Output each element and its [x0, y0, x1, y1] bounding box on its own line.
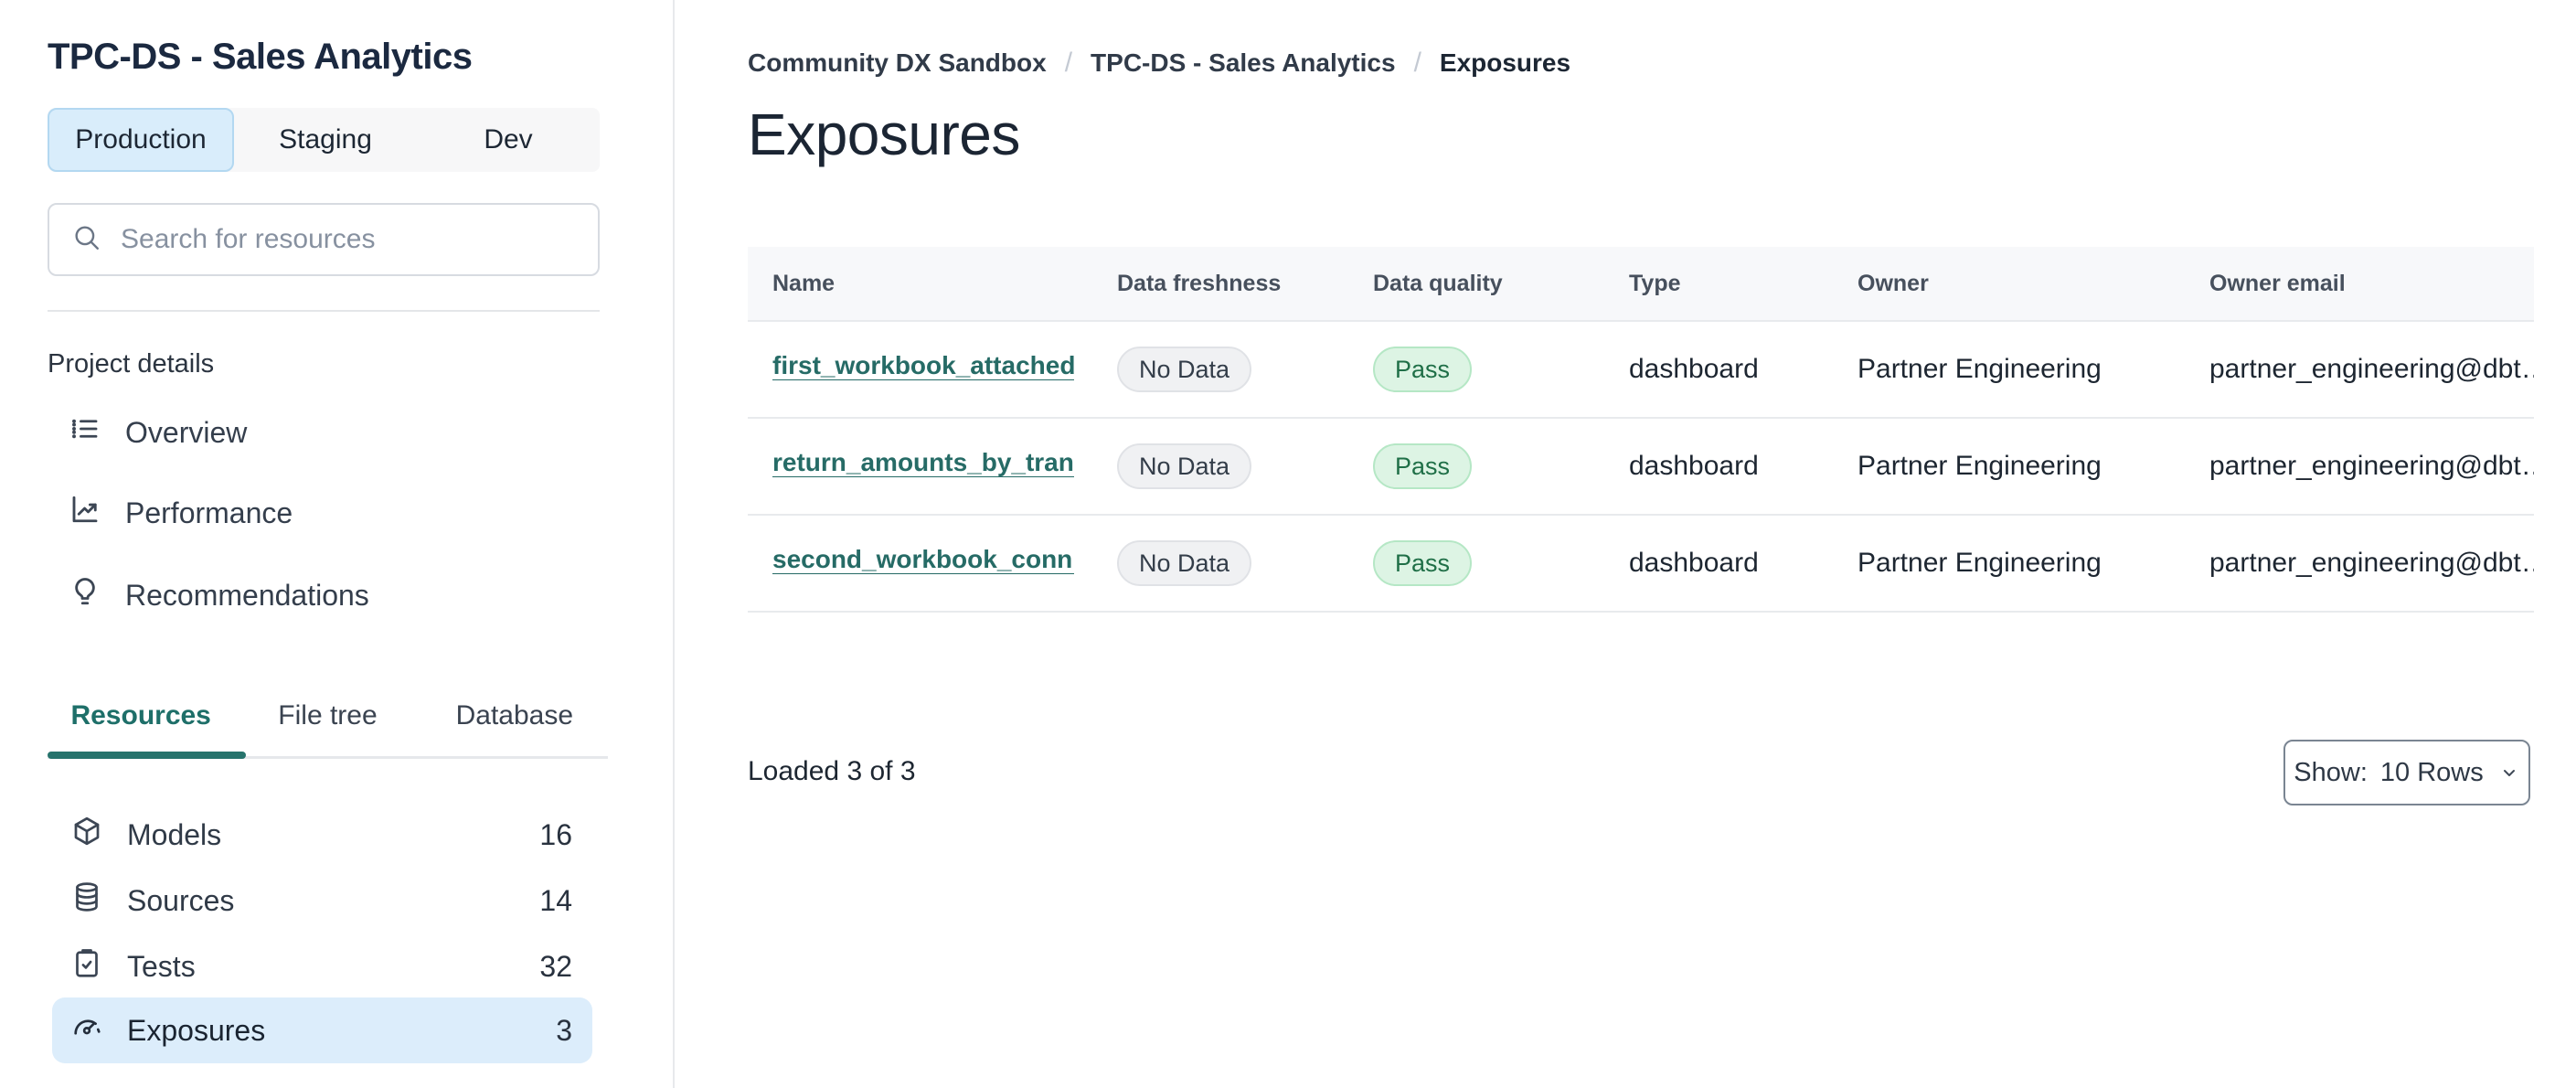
- sidebar-divider: [48, 310, 600, 312]
- sidebar-item-label: Sources: [127, 883, 235, 917]
- resource-count: 3: [556, 1013, 572, 1047]
- owner-email-cell: partner_engineering@dbt…: [2209, 354, 2534, 384]
- type-cell: dashboard: [1629, 354, 1759, 384]
- chevron-down-icon: [2498, 762, 2520, 784]
- project-title: TPC-DS - Sales Analytics: [48, 37, 473, 77]
- sidebar-item-label: Tests: [127, 949, 196, 983]
- owner-cell: Partner Engineering: [1857, 451, 2102, 481]
- rows-per-page-dropdown[interactable]: Show: 10 Rows: [2283, 740, 2530, 805]
- freshness-badge: No Data: [1117, 540, 1252, 586]
- project-details-label: Project details: [48, 349, 215, 379]
- search-input[interactable]: [119, 223, 576, 256]
- sidebar-item-exposures[interactable]: Exposures 3: [52, 997, 592, 1063]
- sidebar-item-partial[interactable]: [52, 1082, 592, 1088]
- tab-resources[interactable]: Resources: [48, 690, 234, 741]
- column-header-type: Type: [1629, 270, 1681, 296]
- type-cell: dashboard: [1629, 548, 1759, 578]
- column-header-owner-email: Owner email: [2209, 270, 2346, 296]
- dbt-explorer-app: TPC-DS - Sales Analytics Production Stag…: [0, 0, 2576, 1088]
- exposures-table: Name Data freshness Data quality Type Ow…: [748, 247, 2534, 613]
- freshness-badge: No Data: [1117, 347, 1252, 392]
- database-icon: [70, 880, 103, 921]
- breadcrumb-account[interactable]: Community DX Sandbox: [748, 48, 1047, 78]
- quality-badge: Pass: [1373, 443, 1473, 489]
- sidebar-item-recommendations[interactable]: Recommendations: [69, 573, 369, 617]
- search-icon: [71, 222, 102, 258]
- column-header-name: Name: [772, 270, 836, 296]
- chart-line-icon: [69, 493, 101, 533]
- main-content: Community DX Sandbox / TPC-DS - Sales An…: [675, 0, 2576, 1088]
- column-header-data-freshness: Data freshness: [1117, 270, 1282, 296]
- table-row: second_workbook_conn… No Data Pass dashb…: [748, 516, 2534, 613]
- sidebar-item-label: Performance: [125, 496, 293, 529]
- sidebar-item-label: Models: [127, 817, 222, 851]
- quality-badge: Pass: [1373, 540, 1473, 586]
- breadcrumb: Community DX Sandbox / TPC-DS - Sales An…: [748, 48, 1570, 79]
- env-tab-dev[interactable]: Dev: [417, 108, 600, 172]
- sidebar: TPC-DS - Sales Analytics Production Stag…: [0, 0, 675, 1088]
- breadcrumb-current: Exposures: [1439, 48, 1571, 77]
- freshness-badge: No Data: [1117, 443, 1252, 489]
- sidebar-item-label: Exposures: [127, 1013, 266, 1047]
- loaded-status: Loaded 3 of 3: [748, 756, 916, 786]
- column-header-owner: Owner: [1857, 270, 1929, 296]
- lightbulb-icon: [69, 575, 101, 615]
- env-tab-staging[interactable]: Staging: [234, 108, 417, 172]
- sidebar-item-performance[interactable]: Performance: [69, 491, 293, 535]
- exposure-name-link[interactable]: first_workbook_attached…: [772, 351, 1074, 380]
- tab-file-tree[interactable]: File tree: [234, 690, 420, 741]
- gauge-icon: [70, 1010, 103, 1051]
- sidebar-item-models[interactable]: Models 16: [52, 802, 592, 868]
- breadcrumb-project[interactable]: TPC-DS - Sales Analytics: [1091, 48, 1396, 78]
- sidebar-item-tests[interactable]: Tests 32: [52, 933, 592, 999]
- cube-icon: [70, 815, 103, 855]
- tab-database[interactable]: Database: [421, 690, 608, 741]
- resource-count: 14: [539, 883, 572, 917]
- table-row: return_amounts_by_tran… No Data Pass das…: [748, 419, 2534, 516]
- resource-count: 32: [539, 949, 572, 983]
- exposure-name-link[interactable]: return_amounts_by_tran…: [772, 448, 1074, 477]
- show-value: 10 Rows: [2379, 757, 2484, 787]
- resource-search[interactable]: [48, 203, 600, 276]
- breadcrumb-separator: /: [1064, 48, 1073, 78]
- sidebar-item-overview[interactable]: Overview: [69, 411, 247, 454]
- exposure-name-link[interactable]: second_workbook_conn…: [772, 545, 1074, 574]
- list-icon: [69, 412, 101, 453]
- owner-cell: Partner Engineering: [1857, 354, 2102, 384]
- table-row: first_workbook_attached… No Data Pass da…: [748, 322, 2534, 419]
- owner-cell: Partner Engineering: [1857, 548, 2102, 578]
- clipboard-check-icon: [70, 946, 103, 987]
- type-cell: dashboard: [1629, 451, 1759, 481]
- table-header-row: Name Data freshness Data quality Type Ow…: [748, 247, 2534, 322]
- sidebar-item-label: Recommendations: [125, 578, 369, 612]
- env-tab-production[interactable]: Production: [48, 108, 234, 172]
- owner-email-cell: partner_engineering@dbt…: [2209, 548, 2534, 578]
- resource-count: 16: [539, 817, 572, 851]
- tabs-active-indicator: [48, 752, 246, 759]
- sidebar-item-label: Overview: [125, 415, 248, 449]
- environment-tabs: Production Staging Dev: [48, 108, 600, 172]
- column-header-data-quality: Data quality: [1373, 270, 1503, 296]
- sidebar-view-tabs: Resources File tree Database: [48, 690, 608, 741]
- quality-badge: Pass: [1373, 347, 1473, 392]
- show-label: Show:: [2294, 757, 2368, 787]
- sidebar-item-sources[interactable]: Sources 14: [52, 868, 592, 933]
- breadcrumb-separator: /: [1413, 48, 1421, 78]
- page-title: Exposures: [748, 101, 1020, 167]
- owner-email-cell: partner_engineering@dbt…: [2209, 451, 2534, 481]
